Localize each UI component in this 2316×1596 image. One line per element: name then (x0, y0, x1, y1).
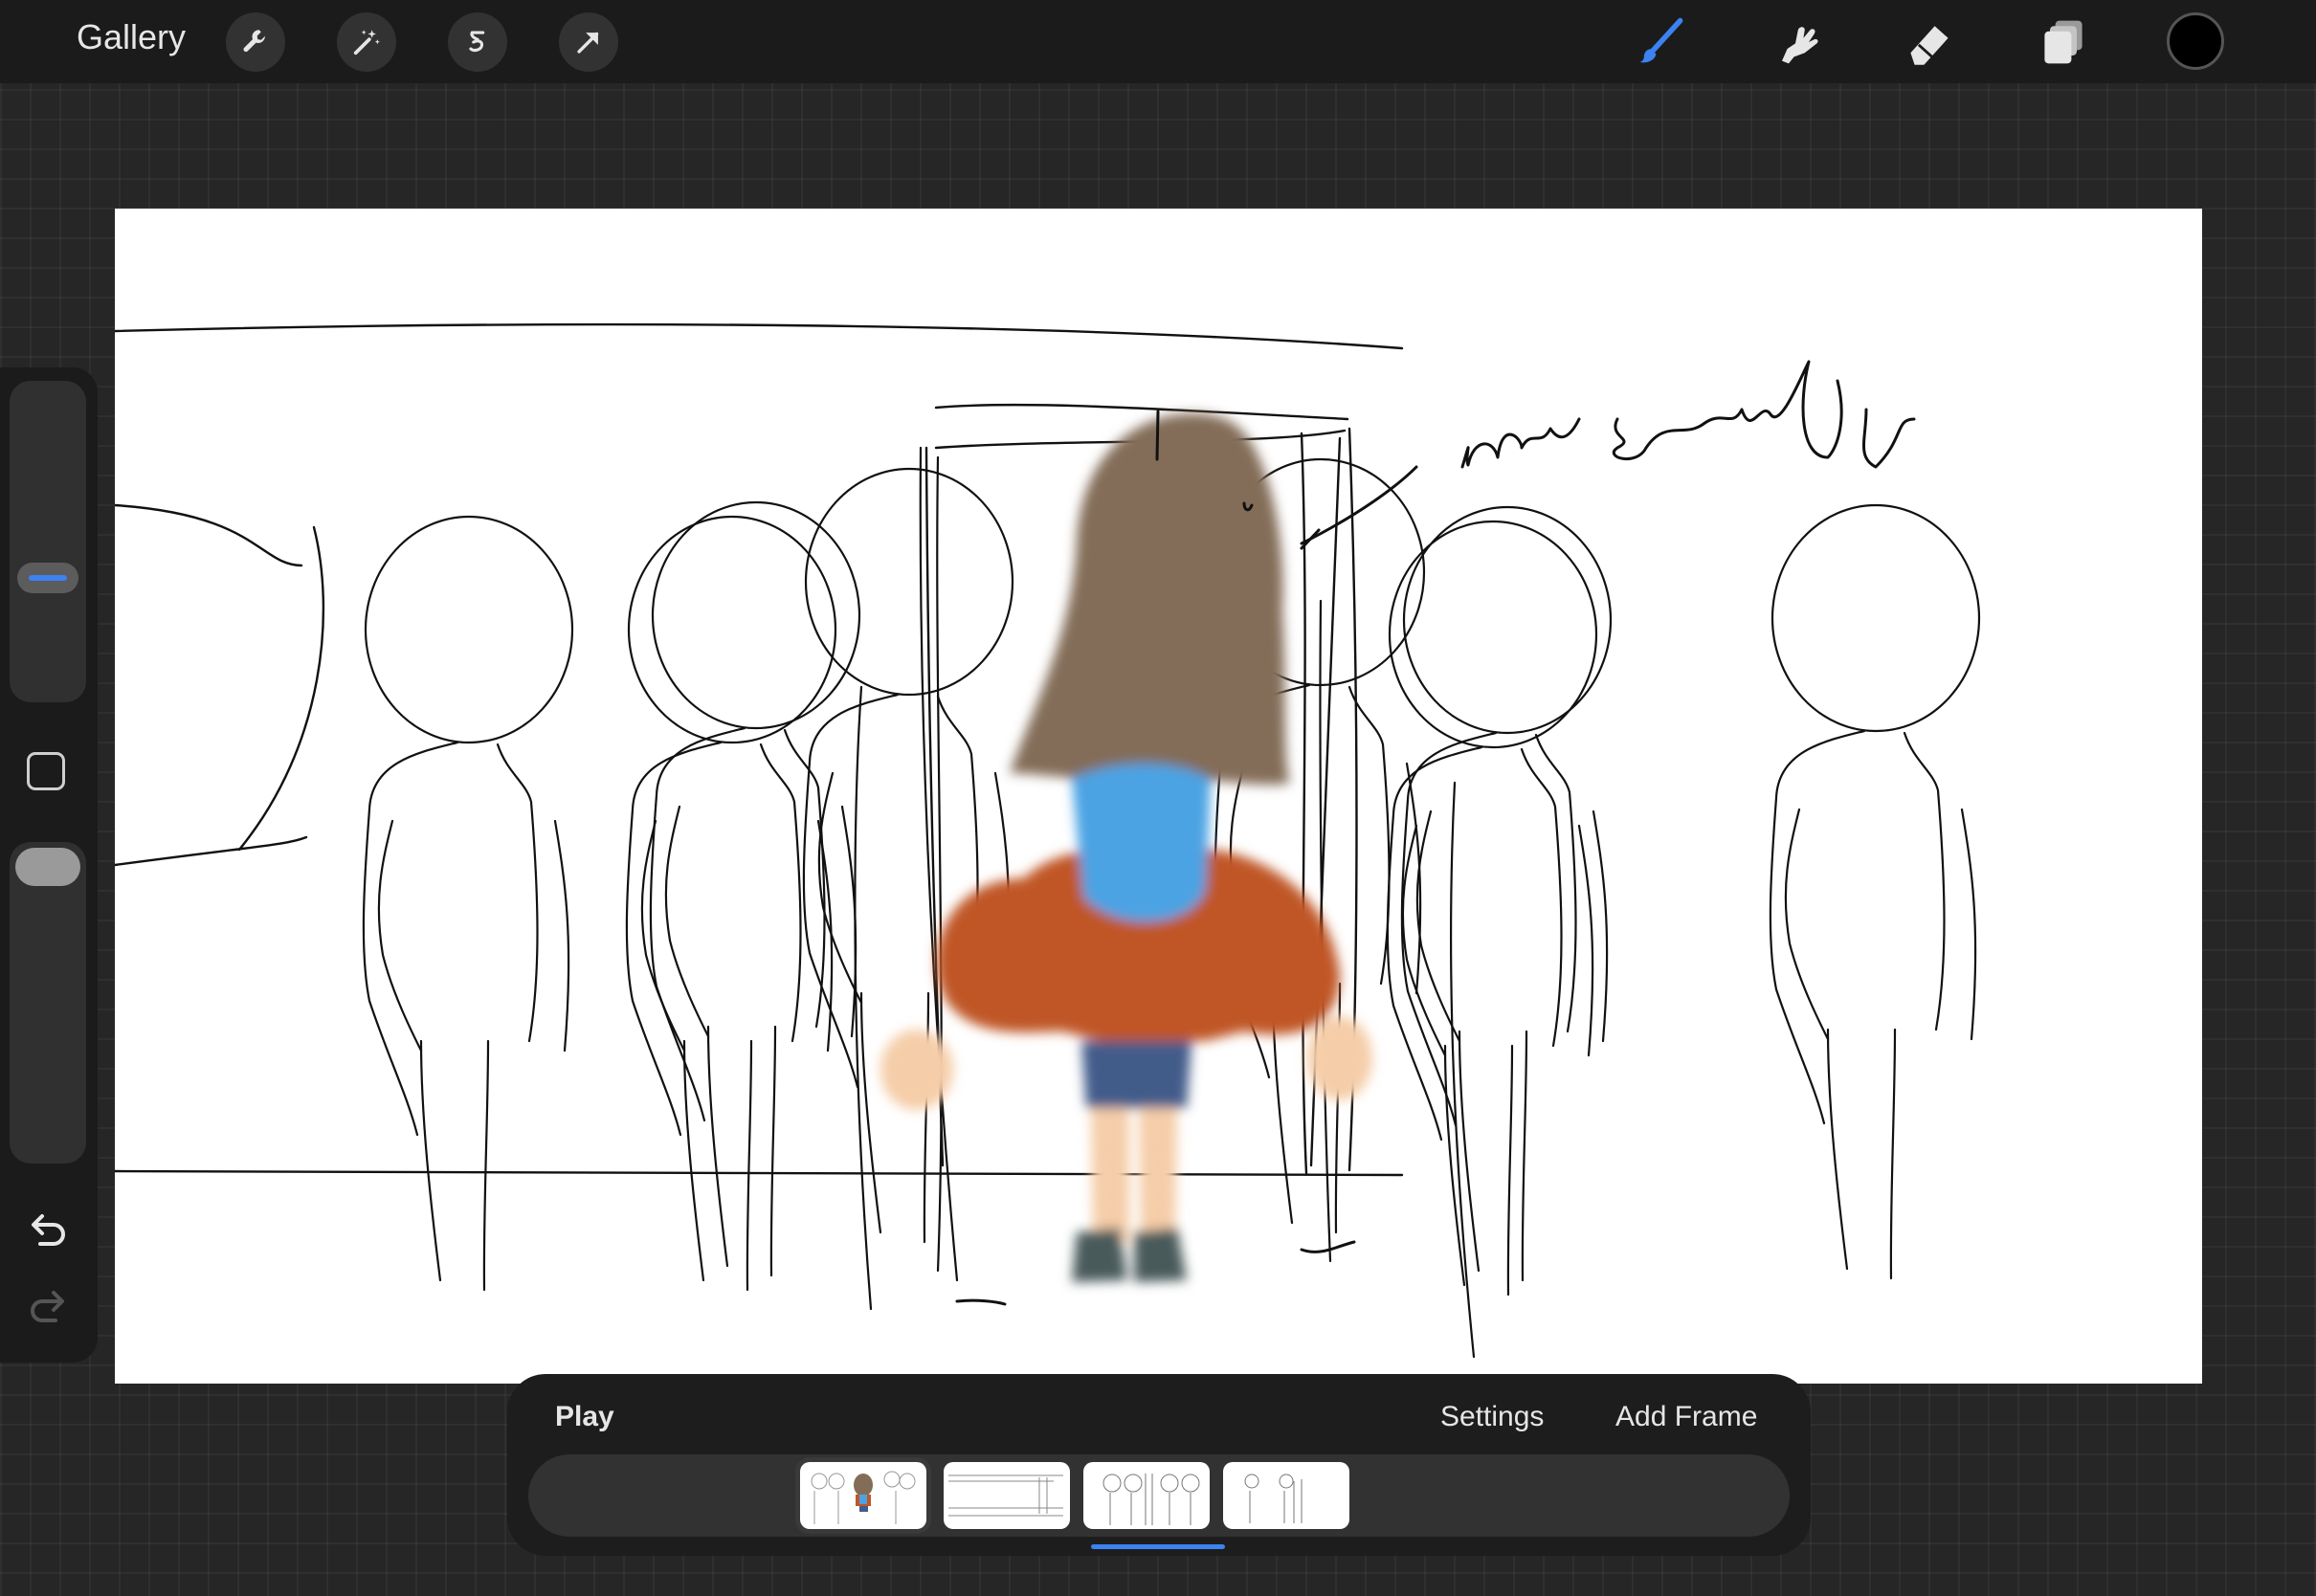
brush-size-slider[interactable] (10, 381, 86, 702)
brush-opacity-slider[interactable] (10, 842, 86, 1164)
wrench-icon[interactable] (226, 12, 285, 72)
settings-button[interactable]: Settings (1440, 1401, 1544, 1433)
animation-assist-panel: Play Settings Add Frame (507, 1374, 1811, 1556)
transform-arrow-icon[interactable] (559, 12, 618, 72)
brush-size-handle[interactable] (17, 563, 78, 593)
smudge-icon[interactable] (1767, 13, 1824, 71)
drawing-canvas[interactable] (115, 209, 2202, 1384)
eraser-icon[interactable] (1901, 13, 1958, 71)
layers-icon[interactable] (2035, 13, 2092, 71)
add-frame-button[interactable]: Add Frame (1615, 1401, 1757, 1433)
frame-2[interactable] (944, 1462, 1070, 1529)
gallery-button[interactable]: Gallery (77, 17, 186, 57)
brush-sidebar (0, 367, 98, 1363)
magic-wand-icon[interactable] (337, 12, 396, 72)
selection-icon[interactable] (448, 12, 507, 72)
brush-icon[interactable] (1633, 13, 1690, 71)
redo-icon[interactable] (25, 1286, 71, 1328)
play-button[interactable]: Play (555, 1401, 614, 1433)
brush-opacity-handle[interactable] (15, 848, 80, 886)
frame-3[interactable] (1083, 1462, 1210, 1529)
undo-icon[interactable] (25, 1209, 71, 1252)
selected-frame-indicator (1091, 1544, 1225, 1549)
frame-timeline[interactable] (528, 1454, 1790, 1537)
square-modify-icon[interactable] (27, 752, 65, 790)
top-toolbar: Gallery (0, 0, 2316, 83)
frame-4[interactable] (1223, 1462, 1349, 1529)
color-picker-button[interactable] (2167, 12, 2224, 70)
frame-1[interactable] (800, 1462, 926, 1529)
